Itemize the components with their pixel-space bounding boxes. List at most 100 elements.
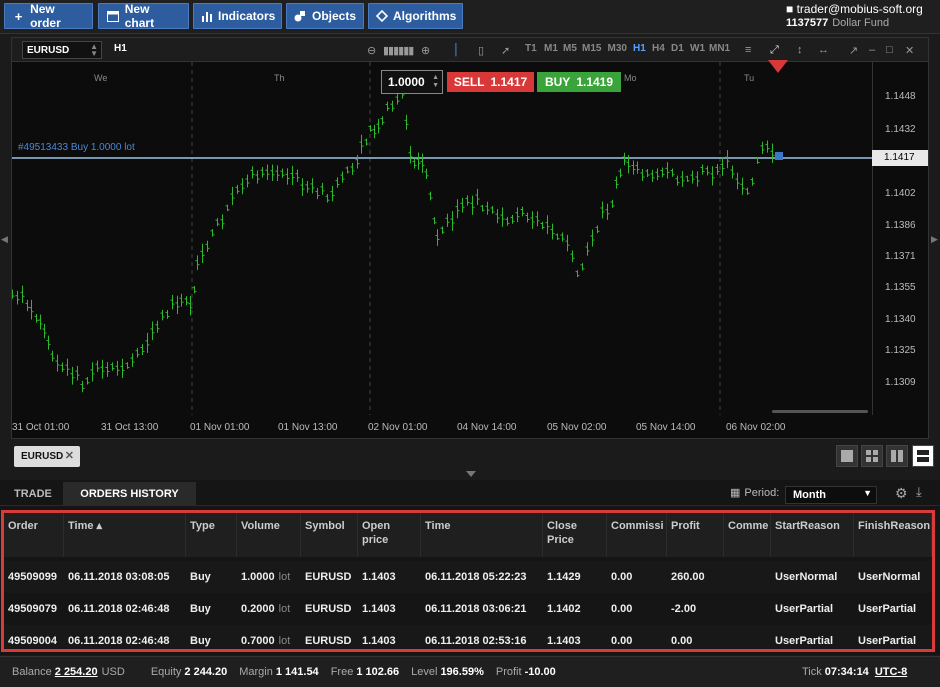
status-bar: Balance 2 254.20 USD Equity 2 244.20 Margin… [0, 656, 940, 687]
zoom-in-icon[interactable]: ⊕ [421, 42, 430, 58]
period-mn1[interactable]: MN1 [709, 43, 730, 54]
layout-rows-icon[interactable] [912, 445, 934, 467]
cell-value: 260.00 [671, 571, 705, 583]
cell-close-price: 1.1403 [543, 625, 607, 649]
left-collapse-arrow[interactable]: ◀ [1, 234, 8, 245]
right-collapse-arrow[interactable]: ▶ [931, 234, 938, 245]
cell-volume: 0.2000 lot [237, 593, 301, 625]
period-h1[interactable]: H1 [633, 43, 646, 54]
balance-value[interactable]: 2 254.20 [55, 666, 98, 678]
day-label: Tu [744, 73, 755, 83]
period-m5[interactable]: M5 [563, 43, 577, 54]
cell-value: 0.00 [611, 603, 633, 615]
candle-chart-type-icon[interactable]: ▯ [478, 42, 484, 58]
column-header[interactable]: FinishReason [854, 513, 932, 557]
detach-icon[interactable]: ↗ [849, 42, 858, 58]
cell-symbol: EURUSD [301, 625, 358, 649]
maximize-icon[interactable]: □ [886, 42, 893, 58]
period-h4[interactable]: H4 [652, 43, 665, 54]
price-axis[interactable]: 1.1448 1.1432 1.1417 1.1402 1.1386 1.1371 1.13… [872, 62, 928, 415]
layout-grid-icon[interactable] [861, 445, 883, 467]
autoscroll-icon[interactable]: ⤢ [770, 42, 779, 58]
column-header[interactable]: Comme [724, 513, 771, 557]
close-icon[interactable]: ✕ [65, 449, 74, 462]
indicator-list-icon[interactable]: ≡ [745, 42, 751, 58]
period-m30[interactable]: M30 [608, 43, 627, 54]
column-header[interactable]: Time ▴ [64, 513, 186, 557]
column-header[interactable]: Close Price [543, 513, 607, 557]
column-header[interactable]: Order [4, 513, 64, 557]
cell-value: UserPartial [775, 635, 834, 647]
chart-toolbar: EURUSD ▲ ▼ H1 ⊖ ▮▮▮▮▮▮ ⊕ │ ▯ ➚ T1 M1 M5 M15 M3… [12, 38, 928, 62]
new-order-button[interactable]: + New order [4, 2, 93, 30]
chart-tabs-row: EURUSD ✕ [0, 442, 940, 472]
settings-gear-icon[interactable]: ⚙ [895, 485, 908, 502]
algorithms-button[interactable]: Algorithms [368, 3, 463, 29]
position-label[interactable]: #49513433 Buy 1.0000 lot [18, 142, 135, 153]
vertical-scale-icon[interactable]: ↕ [797, 42, 803, 58]
account-info[interactable]: ■ trader@mobius-soft.org 1137577 Dollar F… [786, 2, 934, 30]
chart-scrollbar[interactable] [772, 410, 868, 413]
cell-symbol: EURUSD [301, 561, 358, 593]
cell-value: 06.11.2018 02:46:48 [68, 635, 170, 647]
cell-commission: 0.00 [607, 625, 667, 649]
x-tick-label: 04 Nov 14:00 [457, 422, 517, 433]
column-header-label: Comme [728, 520, 769, 532]
account-name: Dollar Fund [832, 17, 890, 29]
column-header-label: Commissi [611, 520, 664, 532]
indicators-button[interactable]: Indicators [193, 3, 282, 29]
price-plot[interactable] [12, 62, 872, 415]
horizontal-scale-icon[interactable]: ↔ [818, 42, 829, 58]
cell-value: 0.00 [611, 571, 633, 583]
position-marker-icon[interactable] [775, 152, 783, 160]
column-header-label: Order [8, 520, 38, 532]
export-icon[interactable]: ⤓ [916, 484, 922, 500]
period-t1[interactable]: T1 [525, 43, 537, 54]
minimize-icon[interactable]: – [869, 42, 875, 58]
time-axis[interactable]: 31 Oct 01:00 31 Oct 13:00 01 Nov 01:00 01 N… [12, 416, 872, 438]
period-select[interactable]: Month ▼ [785, 486, 877, 504]
layout-columns-icon[interactable] [886, 445, 908, 467]
period-m15[interactable]: M15 [582, 43, 601, 54]
column-header[interactable]: Open price [358, 513, 421, 557]
column-header[interactable]: StartReason [771, 513, 854, 557]
period-d1[interactable]: D1 [671, 43, 684, 54]
column-header[interactable]: Volume [237, 513, 301, 557]
trade-marker-icon[interactable] [768, 60, 788, 73]
line-chart-type-icon[interactable]: ➚ [501, 42, 510, 58]
bar-chart-type-icon[interactable]: │ [453, 42, 460, 58]
y-tick-label: 1.1355 [885, 282, 916, 293]
buy-button[interactable]: BUY 1.1419 [537, 72, 621, 92]
column-header[interactable]: Type [186, 513, 237, 557]
column-header[interactable]: Time [421, 513, 543, 557]
close-icon[interactable]: ✕ [905, 42, 914, 58]
quantity-input[interactable]: 1.0000 ▲ ▼ [381, 70, 443, 94]
layout-single-icon[interactable] [836, 445, 858, 467]
cell-comment [724, 625, 771, 649]
chart-tab-eurusd[interactable]: EURUSD ✕ [14, 446, 80, 467]
table-row[interactable]: 49509099 06.11.2018 03:08:05 Buy 1.0000 lot E… [4, 561, 932, 593]
new-chart-button[interactable]: New chart [98, 2, 189, 30]
sell-button[interactable]: SELL 1.1417 [447, 72, 534, 92]
volume-unit: lot [278, 635, 291, 647]
table-row[interactable]: 49509004 06.11.2018 02:46:48 Buy 0.7000 lot E… [4, 625, 932, 649]
period-m1[interactable]: M1 [544, 43, 558, 54]
column-header[interactable]: Profit [667, 513, 724, 557]
tab-trade[interactable]: TRADE [0, 482, 66, 506]
timezone-value[interactable]: UTC-8 [875, 666, 907, 678]
cell-time: 06.11.2018 02:46:48 [64, 593, 186, 625]
symbol-select[interactable]: EURUSD ▲ ▼ [22, 41, 102, 59]
zoom-slider[interactable]: ▮▮▮▮▮▮ [383, 42, 414, 58]
period-w1[interactable]: W1 [690, 43, 705, 54]
zoom-out-icon[interactable]: ⊖ [367, 42, 376, 58]
objects-button[interactable]: Objects [286, 3, 364, 29]
column-header[interactable]: Commissi [607, 513, 667, 557]
cell-value: 1.1429 [547, 571, 581, 583]
splitter-handle-icon[interactable] [466, 471, 476, 477]
tab-orders-history[interactable]: ORDERS HISTORY [63, 482, 196, 506]
margin-value: 1 141.54 [275, 666, 319, 678]
cell-value: Buy [190, 571, 211, 583]
column-header[interactable]: Symbol [301, 513, 358, 557]
calendar-icon: ▦ [730, 487, 741, 499]
table-row[interactable]: 49509079 06.11.2018 02:46:48 Buy 0.2000 lot E… [4, 593, 932, 625]
